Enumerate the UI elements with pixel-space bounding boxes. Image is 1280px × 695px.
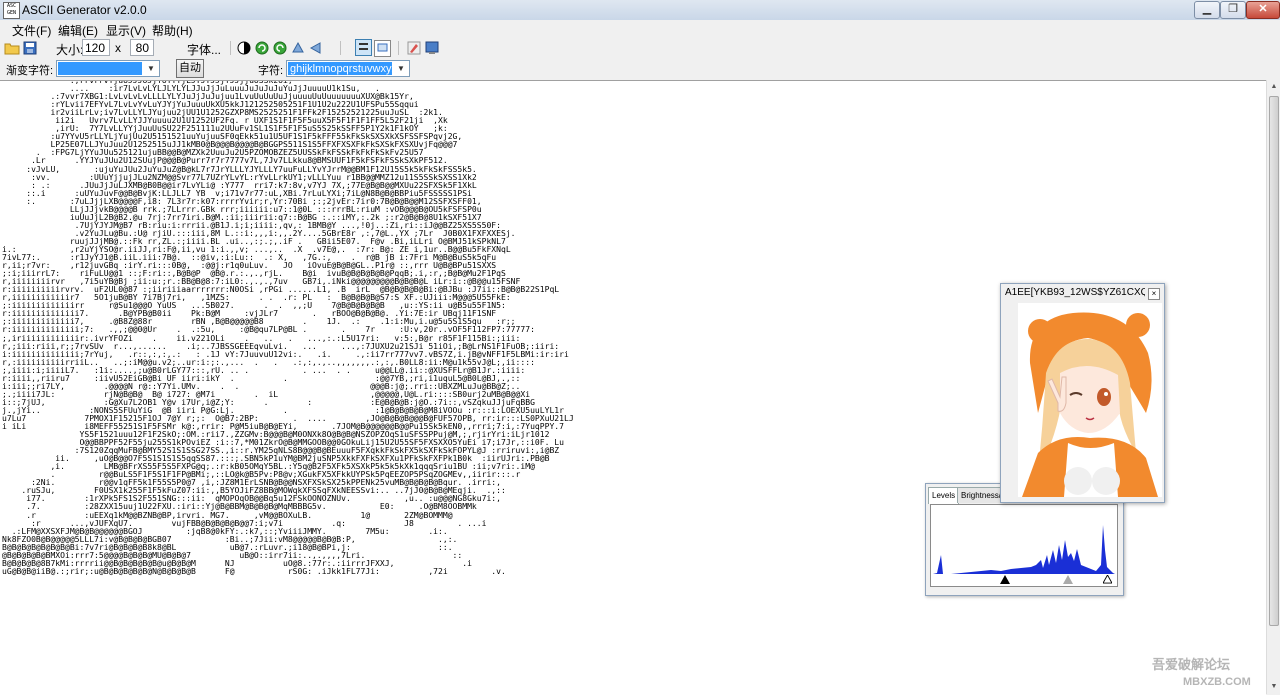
anime-girl-illustration xyxy=(1018,303,1162,497)
ramp-selection xyxy=(58,62,142,75)
chars-label: 字符: xyxy=(258,65,284,77)
scroll-down-icon[interactable]: ▼ xyxy=(1267,680,1280,694)
ascii-art-text: .,rrvrrvYjuUJJJUJjYUYYYjLJYJYJJjYJJjjuUS… xyxy=(2,80,574,576)
menu-view[interactable]: 显示(V) xyxy=(106,22,146,39)
menu-edit[interactable]: 编辑(E) xyxy=(58,22,98,39)
minimize-button[interactable]: ▁ xyxy=(1194,1,1220,19)
ramp-combo[interactable]: ▼ xyxy=(56,60,160,77)
histogram xyxy=(930,504,1118,576)
toolbar-separator xyxy=(340,41,341,55)
window-title: ASCII Generator v2.0.0 xyxy=(22,3,147,17)
preview-title: A1EE[YKB93_12WS$YZ61CXQ... xyxy=(1005,287,1145,298)
rotate-right-icon[interactable] xyxy=(272,40,288,56)
brush-icon[interactable] xyxy=(406,40,422,56)
ramp-label: 渐变字符: xyxy=(6,65,54,77)
size-times-label: x xyxy=(115,41,121,55)
black-point-handle[interactable] xyxy=(1000,575,1010,584)
chevron-down-icon[interactable]: ▼ xyxy=(393,61,409,76)
tab-levels[interactable]: Levels xyxy=(928,487,960,504)
image-view-toggle-icon[interactable] xyxy=(374,40,391,57)
height-input[interactable]: 80 xyxy=(130,39,154,56)
text-view-toggle-icon[interactable] xyxy=(355,39,372,56)
flip-horizontal-icon[interactable] xyxy=(308,40,324,56)
preview-image xyxy=(1018,303,1162,497)
save-icon[interactable] xyxy=(22,40,38,56)
width-input[interactable]: 120 xyxy=(82,39,110,56)
chars-selection: ghijklmnopqrstuvwxyz$ xyxy=(288,62,392,75)
export-image-icon[interactable] xyxy=(424,40,440,56)
watermark-url: MBXZB.COM xyxy=(1183,676,1251,688)
chevron-down-icon[interactable]: ▼ xyxy=(143,61,159,76)
vertical-scrollbar[interactable]: ▲ ▼ xyxy=(1266,80,1280,694)
menu-file[interactable]: 文件(F) xyxy=(12,22,51,39)
scroll-thumb[interactable] xyxy=(1269,96,1279,626)
maximize-button[interactable]: ❐ xyxy=(1220,1,1246,19)
toolbar-separator xyxy=(230,41,231,55)
auto-button[interactable]: 自动 xyxy=(176,59,204,78)
close-button[interactable]: ✕ xyxy=(1246,1,1280,19)
white-point-handle[interactable] xyxy=(1103,575,1112,584)
rotate-left-icon[interactable] xyxy=(254,40,270,56)
toolbar: 大小: 120 x 80 字体... xyxy=(0,38,1280,59)
watermark-logo: 吾爱破解论坛 xyxy=(1152,657,1231,672)
image-preview-panel: A1EE[YKB93_12WS$YZ61CXQ... × xyxy=(1000,283,1165,503)
flip-vertical-icon[interactable] xyxy=(290,40,306,56)
invert-icon[interactable] xyxy=(236,40,252,56)
chars-combo[interactable]: ghijklmnopqrstuvwxyz$ ▼ xyxy=(286,60,410,77)
title-bar: ASC GEN ASCII Generator v2.0.0 ▁ ❐ ✕ xyxy=(0,0,1280,21)
tab-brightness[interactable]: Brightness/ xyxy=(957,487,1006,503)
settings-row: 渐变字符: ▼ 自动 字符: ghijklmnopqrstuvwxyz$ ▼ xyxy=(0,58,1280,80)
size-label: 大小: xyxy=(56,43,84,57)
menu-help[interactable]: 帮助(H) xyxy=(152,22,193,39)
menu-bar: 文件(F) 编辑(E) 显示(V) 帮助(H) xyxy=(0,20,1280,38)
close-icon[interactable]: × xyxy=(1148,288,1160,300)
app-icon: ASC GEN xyxy=(3,2,20,19)
open-folder-icon[interactable] xyxy=(4,40,20,56)
midpoint-handle[interactable] xyxy=(1063,575,1073,584)
scroll-up-icon[interactable]: ▲ xyxy=(1267,80,1280,94)
toolbar-separator xyxy=(398,41,399,55)
histogram-graph xyxy=(931,525,1117,575)
font-button[interactable]: 字体... xyxy=(187,41,221,58)
levels-slider[interactable] xyxy=(930,574,1118,587)
